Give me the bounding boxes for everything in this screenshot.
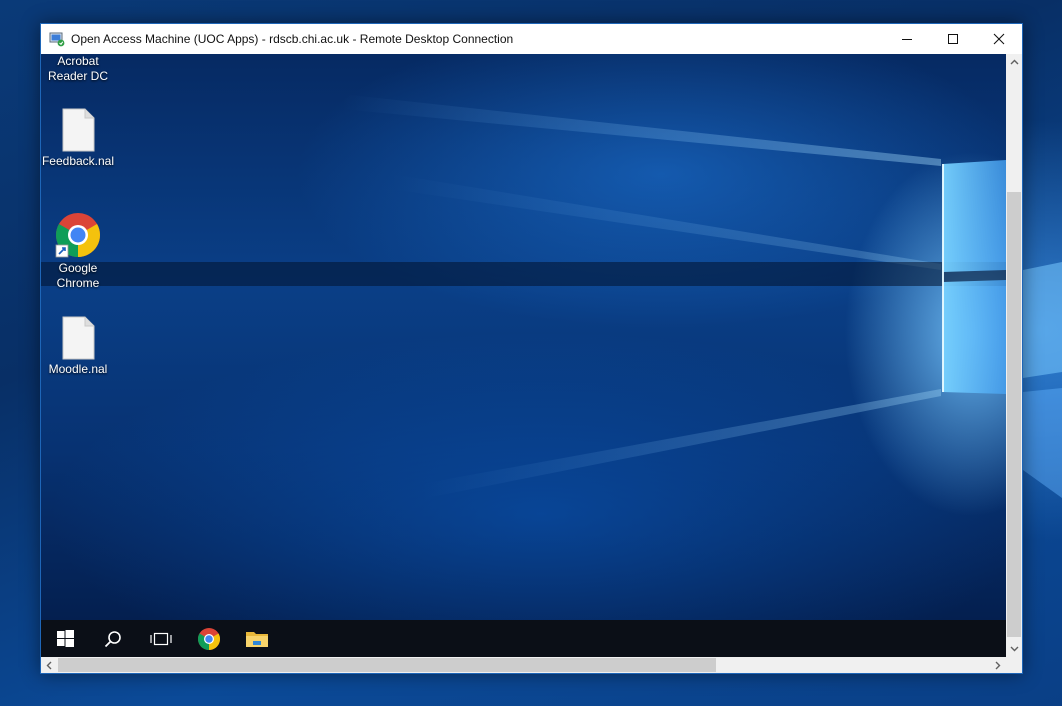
remote-desktop-app-icon bbox=[49, 31, 65, 47]
desktop-icon-moodle-nal[interactable]: Moodle.nal bbox=[41, 316, 115, 377]
windows-wallpaper-graphic bbox=[41, 94, 1006, 499]
minimize-icon bbox=[902, 39, 912, 40]
chevron-down-icon bbox=[1010, 646, 1018, 652]
horizontal-scrollbar-thumb[interactable] bbox=[58, 658, 716, 672]
scroll-right-button[interactable] bbox=[990, 657, 1006, 673]
chrome-icon bbox=[55, 213, 100, 258]
scroll-down-button[interactable] bbox=[1006, 641, 1022, 657]
maximize-button[interactable] bbox=[930, 24, 976, 54]
desktop-icon-label: Acrobat bbox=[57, 54, 99, 68]
remote-session-viewport[interactable]: Acrobat Reader DC Feedback.nal Google Ch… bbox=[41, 54, 1006, 657]
desktop-icon-label: Chrome bbox=[56, 276, 100, 290]
close-button[interactable] bbox=[976, 24, 1022, 54]
desktop-icon-google-chrome[interactable]: Google Chrome bbox=[41, 211, 115, 291]
remote-taskbar bbox=[41, 620, 1006, 657]
start-icon bbox=[56, 630, 74, 647]
vertical-scrollbar-thumb[interactable] bbox=[1007, 192, 1021, 637]
scroll-up-button[interactable] bbox=[1006, 54, 1022, 70]
window-title: Open Access Machine (UOC Apps) - rdscb.c… bbox=[71, 32, 514, 46]
minimize-button[interactable] bbox=[884, 24, 930, 54]
desktop-icon-label: Moodle.nal bbox=[48, 362, 108, 376]
maximize-icon bbox=[948, 34, 958, 44]
scroll-left-button[interactable] bbox=[41, 657, 57, 673]
task-view-button[interactable] bbox=[137, 620, 185, 657]
file-icon bbox=[62, 108, 95, 152]
horizontal-scrollbar[interactable] bbox=[41, 657, 1006, 673]
chevron-up-icon bbox=[1010, 59, 1018, 65]
taskbar-file-explorer-button[interactable] bbox=[233, 620, 281, 657]
search-button[interactable] bbox=[89, 620, 137, 657]
search-icon bbox=[104, 630, 121, 647]
file-explorer-icon bbox=[246, 631, 268, 647]
scrollbar-corner bbox=[1006, 657, 1022, 673]
chevron-right-icon bbox=[995, 661, 1001, 669]
chevron-left-icon bbox=[46, 661, 52, 669]
chrome-icon bbox=[198, 627, 220, 650]
file-icon bbox=[62, 316, 95, 360]
desktop-icon-acrobat[interactable]: Acrobat Reader DC bbox=[41, 54, 115, 84]
start-button[interactable] bbox=[41, 620, 89, 657]
vertical-scrollbar[interactable] bbox=[1006, 54, 1022, 657]
desktop-icon-label: Google bbox=[58, 261, 98, 275]
remote-desktop-wallpaper[interactable]: Acrobat Reader DC Feedback.nal Google Ch… bbox=[41, 54, 1006, 620]
window-controls bbox=[884, 24, 1022, 54]
desktop-icon-label: Reader DC bbox=[47, 69, 109, 83]
close-icon bbox=[993, 33, 1005, 45]
taskbar-chrome-button[interactable] bbox=[185, 620, 233, 657]
window-titlebar[interactable]: Open Access Machine (UOC Apps) - rdscb.c… bbox=[41, 24, 1022, 54]
desktop-icon-feedback-nal[interactable]: Feedback.nal bbox=[41, 108, 115, 169]
remote-desktop-window[interactable]: Open Access Machine (UOC Apps) - rdscb.c… bbox=[40, 23, 1023, 674]
desktop-icon-label: Feedback.nal bbox=[41, 154, 115, 168]
task-view-icon bbox=[150, 632, 172, 645]
